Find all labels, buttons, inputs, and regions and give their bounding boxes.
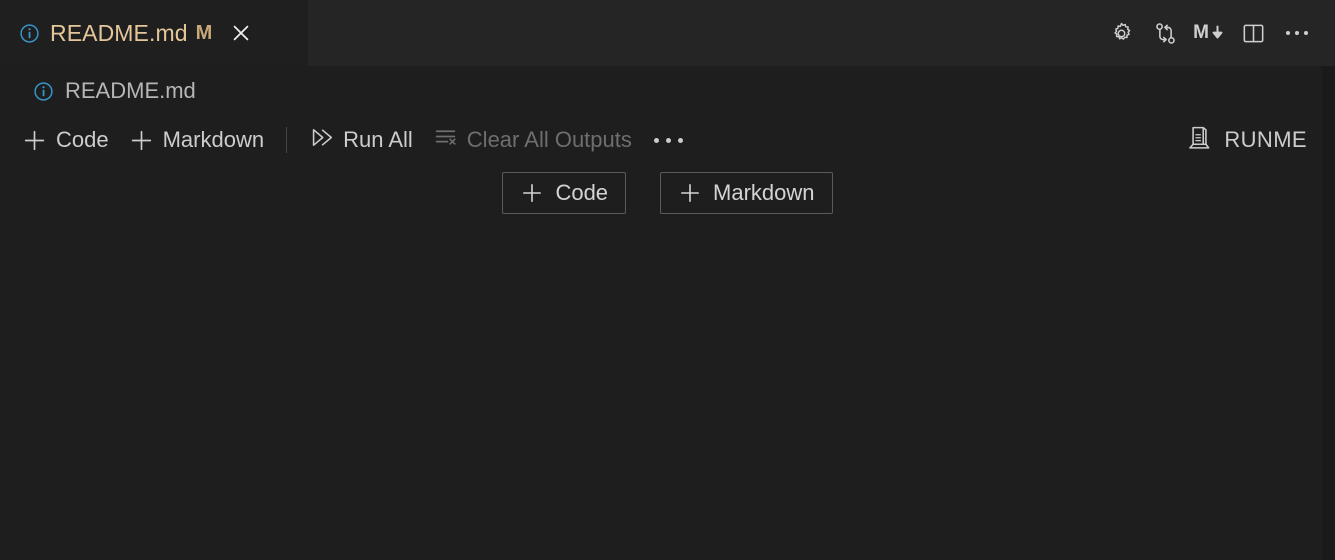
info-circle-icon	[32, 80, 54, 102]
insert-markdown-cell-label: Markdown	[713, 180, 815, 205]
split-editor-icon[interactable]	[1233, 13, 1273, 53]
clear-outputs-icon	[433, 125, 458, 155]
more-actions-icon[interactable]	[1277, 13, 1317, 53]
run-all-icon	[309, 125, 334, 155]
editor-tab-bar: README.md M M	[0, 0, 1335, 66]
plus-icon	[520, 181, 544, 205]
vscode-notebook-editor: README.md M M README.md Code Markdown Ru…	[0, 0, 1335, 560]
settings-gear-icon[interactable]	[1101, 13, 1141, 53]
plus-icon	[129, 128, 154, 153]
kernel-label: RUNME	[1224, 127, 1307, 152]
server-kernel-icon	[1185, 124, 1212, 156]
plus-icon	[678, 181, 702, 205]
notebook-toolbar: Code Markdown Run All Clear All Outputs …	[0, 116, 1335, 164]
tab-dirty-indicator: M	[195, 21, 213, 44]
insert-code-cell-label: Code	[555, 180, 609, 205]
notebook-cell-list: Code Markdown	[0, 164, 1335, 560]
git-compare-icon[interactable]	[1145, 13, 1185, 53]
breadcrumb-label: README.md	[65, 78, 196, 103]
insert-markdown-cell-button[interactable]: Markdown	[660, 172, 833, 214]
clear-all-outputs-label: Clear All Outputs	[466, 127, 632, 152]
kernel-selector-button[interactable]: RUNME	[1185, 124, 1317, 156]
vertical-scrollbar[interactable]	[1322, 66, 1335, 560]
editor-tab-readme[interactable]: README.md M	[0, 0, 308, 66]
add-code-cell-button[interactable]: Code	[12, 123, 119, 157]
empty-notebook-cell-adders: Code Markdown	[0, 172, 1335, 214]
add-markdown-cell-label: Markdown	[162, 127, 265, 152]
clear-all-outputs-button[interactable]: Clear All Outputs	[423, 121, 642, 159]
editor-actions: M	[1101, 0, 1335, 66]
insert-code-cell-button[interactable]: Code	[502, 172, 627, 214]
tab-title: README.md	[50, 19, 188, 46]
plus-icon	[22, 128, 47, 153]
markdown-preview-icon[interactable]: M	[1189, 13, 1229, 53]
add-markdown-cell-button[interactable]: Markdown	[119, 123, 274, 157]
close-icon[interactable]	[228, 20, 254, 46]
toolbar-divider	[286, 127, 288, 153]
markdown-letter: M	[1193, 22, 1209, 43]
add-code-cell-label: Code	[56, 127, 109, 152]
breadcrumb[interactable]: README.md	[0, 66, 1335, 116]
run-all-label: Run All	[343, 127, 413, 152]
info-circle-icon	[18, 22, 40, 44]
run-all-button[interactable]: Run All	[299, 121, 423, 159]
notebook-more-actions-icon[interactable]	[642, 128, 695, 153]
